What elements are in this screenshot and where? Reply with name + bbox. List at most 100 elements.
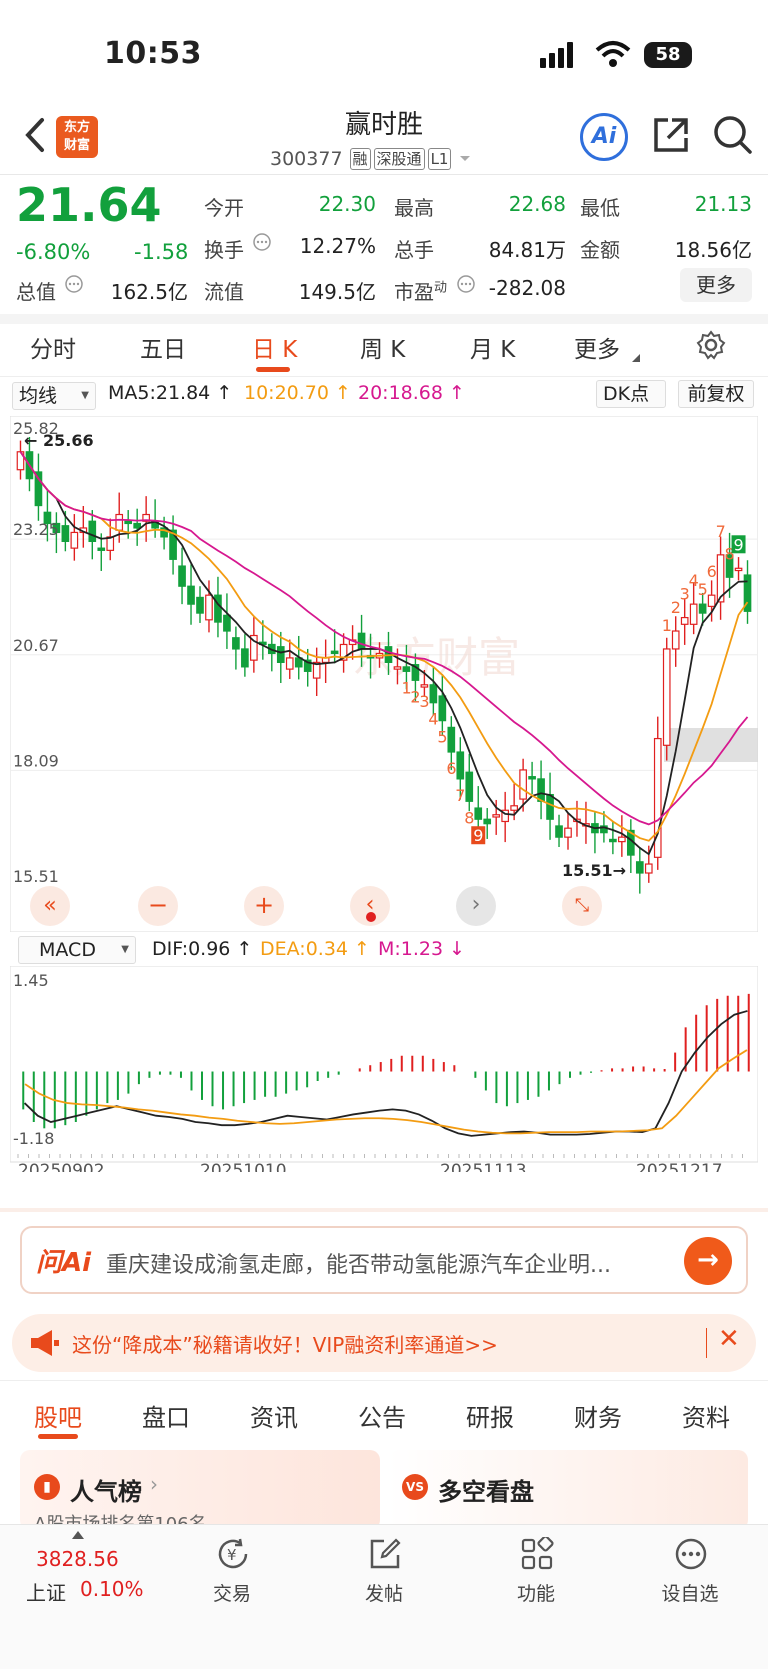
- open-label: 今开: [204, 196, 244, 220]
- more-quote-button[interactable]: 更多: [680, 268, 752, 302]
- popularity-title: 人气榜: [70, 1478, 142, 1506]
- header-divider: [0, 174, 768, 175]
- info-icon[interactable]: [64, 274, 84, 294]
- promo-banner[interactable]: 这份“降成本”秘籍请收好！VIP融资利率通道>> ✕: [12, 1314, 756, 1372]
- td-signal: 8: [464, 808, 474, 827]
- td-signal: 5: [437, 728, 447, 747]
- popularity-card[interactable]: ▮ 人气榜 › A股市场排名第106名: [20, 1450, 380, 1535]
- td-signal: 9: [473, 826, 483, 845]
- tab-intraday[interactable]: 分时: [30, 330, 76, 364]
- step-right-button[interactable]: ›: [456, 886, 496, 926]
- candle-body: [124, 520, 133, 525]
- tab-news[interactable]: 资讯: [250, 1398, 298, 1433]
- zoom-out-button[interactable]: −: [138, 886, 178, 926]
- low-label: 最低: [580, 196, 620, 220]
- nav-trade[interactable]: ¥ 交易: [192, 1525, 272, 1625]
- nav-functions[interactable]: 功能: [496, 1525, 576, 1625]
- candle-body: [564, 827, 572, 838]
- tab-announcements[interactable]: 公告: [358, 1398, 406, 1433]
- tab-more-periods[interactable]: 更多: [574, 330, 620, 364]
- x-date-label: 20251113: [440, 1161, 527, 1172]
- pe-label: 市盈动: [394, 276, 447, 305]
- nav-post[interactable]: 发帖: [344, 1525, 424, 1625]
- arrow-right-icon[interactable]: →: [684, 1237, 732, 1285]
- last-price: 21.64: [16, 178, 162, 232]
- candle-body: [214, 594, 222, 623]
- volume-label: 总手: [394, 238, 434, 262]
- candle-body: [519, 769, 527, 800]
- section-separator: [0, 1208, 768, 1212]
- tabs-divider: [0, 376, 768, 377]
- step-left-dot: [366, 912, 376, 922]
- x-date-label: 20251217: [636, 1161, 723, 1172]
- y-tick-label: 15.51: [13, 867, 59, 886]
- tab-order-book[interactable]: 盘口: [142, 1398, 190, 1433]
- nav-post-label: 发帖: [364, 1583, 403, 1605]
- macd-chart[interactable]: 1.45 -1.18 20250902 20251010 20251113 2025121…: [10, 966, 758, 1172]
- td-signal: 5: [698, 580, 708, 599]
- candle-body: [474, 807, 483, 820]
- float-cap-value: 149.5亿: [298, 280, 376, 304]
- tab-monthly-k[interactable]: 月 K: [470, 330, 515, 364]
- dif-text: DIF:0.96: [152, 938, 231, 960]
- share-icon[interactable]: [650, 114, 692, 156]
- ma10-text: 10:20.70: [244, 382, 329, 404]
- high-label: 最高: [394, 196, 434, 220]
- candle-body: [196, 596, 204, 614]
- tab-financials[interactable]: 财务: [574, 1398, 622, 1433]
- scroll-left-fast-button[interactable]: «: [30, 886, 70, 926]
- zoom-in-button[interactable]: +: [244, 886, 284, 926]
- adjust-button[interactable]: 前复权: [678, 380, 754, 408]
- tab-five-day[interactable]: 五日: [140, 330, 186, 364]
- ma-dropdown[interactable]: 均线 ▼: [12, 382, 96, 410]
- change-amount: -1.58: [134, 240, 189, 264]
- candle-body: [115, 513, 124, 531]
- amount-label: 金额: [580, 238, 620, 262]
- corner-triangle-icon: [632, 354, 640, 362]
- stock-code-row[interactable]: 300377 融 深股通 L1: [270, 146, 476, 172]
- y-tick-label: 18.09: [13, 751, 59, 770]
- td-signal: 6: [446, 759, 456, 778]
- candle-body: [510, 805, 518, 811]
- index-value[interactable]: 3828.56: [36, 1547, 119, 1571]
- candle-body: [680, 616, 689, 625]
- svg-text:¥: ¥: [227, 1546, 237, 1564]
- bull-bear-card[interactable]: VS 多空看盘: [388, 1450, 748, 1530]
- candle-body: [97, 547, 106, 551]
- tab-profile[interactable]: 资料: [682, 1398, 730, 1433]
- megaphone-icon: [31, 1330, 59, 1356]
- market-cap-value: 162.5亿: [110, 280, 188, 304]
- tag-connect: 深股通: [373, 148, 425, 170]
- tab-weekly-k[interactable]: 周 K: [360, 330, 405, 364]
- search-icon[interactable]: [712, 114, 754, 156]
- info-icon[interactable]: [252, 232, 272, 252]
- ma20-text: 20:18.68: [358, 382, 443, 404]
- section-divider: [0, 1380, 768, 1381]
- candle-body: [555, 825, 563, 838]
- tab-guba[interactable]: 股吧: [34, 1398, 82, 1433]
- candle-body: [88, 520, 97, 543]
- y-tick-label: 23.25: [13, 520, 59, 539]
- candle-body: [707, 594, 716, 607]
- gear-icon[interactable]: [696, 330, 726, 360]
- nav-functions-label: 功能: [516, 1583, 555, 1605]
- k-line-chart[interactable]: 东方财富 25.8223.2520.6718.0915.51← 25.6615.…: [10, 416, 758, 932]
- candle-body: [662, 648, 671, 746]
- indicator-selector[interactable]: 均线 ▼: [12, 382, 96, 410]
- tab-research[interactable]: 研报: [466, 1398, 514, 1433]
- macd-dropdown[interactable]: MACD ▼: [18, 936, 136, 964]
- x-date-label: 20250902: [18, 1161, 105, 1172]
- bottom-tab-underline: [38, 1434, 78, 1439]
- ai-question-bar[interactable]: 问Ai 重庆建设成渝氢走廊，能否带动氢能源汽车企业明... →: [20, 1226, 748, 1294]
- chevron-down-icon: [460, 156, 471, 161]
- active-tab-underline: [256, 367, 290, 372]
- nav-add-watchlist[interactable]: 设自选: [650, 1525, 730, 1625]
- tab-daily-k[interactable]: 日 K: [252, 330, 297, 364]
- ai-assistant-button[interactable]: Ai: [580, 113, 628, 161]
- candle-body: [429, 684, 438, 704]
- dk-point-button[interactable]: DK点: [596, 380, 666, 408]
- td-signal: 7: [716, 522, 726, 541]
- float-cap-label: 流值: [204, 280, 244, 304]
- close-icon[interactable]: ✕: [718, 1324, 740, 1354]
- expand-icon[interactable]: ⤡: [562, 886, 602, 926]
